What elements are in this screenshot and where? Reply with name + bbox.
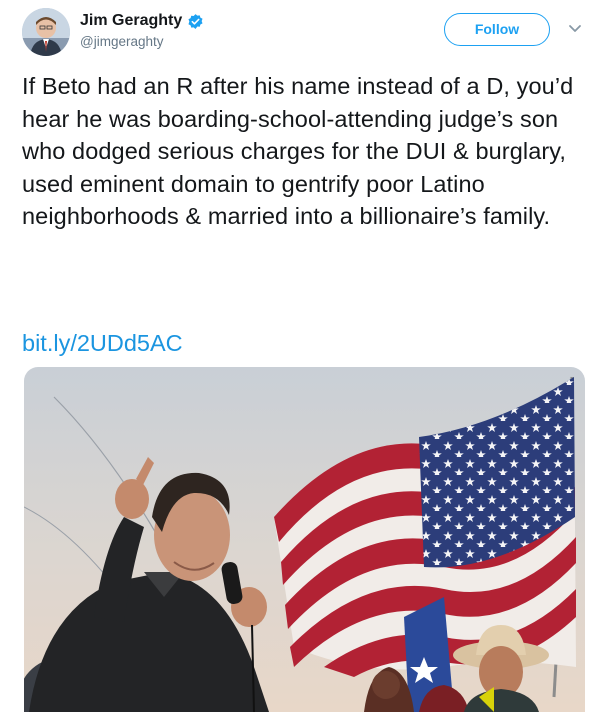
tweet-header: Jim Geraghty @jimgeraghty Follow: [22, 8, 588, 56]
display-name[interactable]: Jim Geraghty: [80, 12, 182, 30]
user-info: Jim Geraghty @jimgeraghty: [80, 12, 204, 49]
tweet-text: If Beto had an R after his name instead …: [22, 73, 574, 229]
tweet-link[interactable]: bit.ly/2UDd5AC: [22, 327, 183, 359]
user-handle[interactable]: @jimgeraghty: [80, 34, 204, 49]
name-row: Jim Geraghty: [80, 12, 204, 30]
chevron-down-icon[interactable]: [566, 22, 584, 36]
verified-badge-icon: [188, 13, 203, 29]
tweet-photo[interactable]: [24, 367, 585, 712]
avatar[interactable]: [22, 8, 70, 56]
follow-button[interactable]: Follow: [444, 13, 550, 46]
photo-rally-flag: [24, 367, 585, 712]
